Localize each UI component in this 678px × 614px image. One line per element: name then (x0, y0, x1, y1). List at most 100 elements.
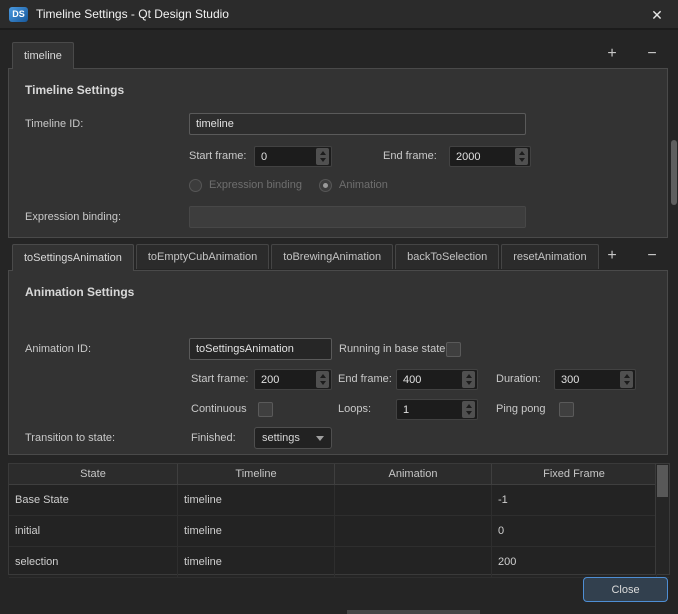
running-in-base-state-label: Running in base state (339, 338, 445, 360)
spinner-buttons[interactable] (462, 371, 475, 388)
anim-start-frame-spinbox[interactable]: 200 (254, 369, 332, 390)
titlebar: DS Timeline Settings - Qt Design Studio … (0, 0, 678, 30)
cell-animation (335, 547, 492, 577)
table-scrollbar[interactable] (655, 464, 669, 574)
states-table: State Timeline Animation Fixed Frame Bas… (8, 463, 670, 575)
end-frame-label: End frame: (383, 145, 437, 167)
spin-up-icon[interactable] (320, 151, 326, 155)
loops-label: Loops: (338, 398, 371, 420)
spin-down-icon[interactable] (320, 158, 326, 162)
close-button[interactable]: Close (583, 577, 668, 602)
timeline-settings-title: Timeline Settings (25, 83, 124, 97)
spin-down-icon[interactable] (466, 411, 472, 415)
continuous-checkbox[interactable] (258, 402, 273, 417)
cell-fixed-frame: 200 (492, 547, 657, 577)
animation-id-label: Animation ID: (25, 338, 91, 360)
cell-fixed-frame: -1 (492, 485, 657, 515)
anim-end-frame-spinbox[interactable]: 400 (396, 369, 478, 390)
tab-backToSelection[interactable]: backToSelection (395, 244, 499, 269)
spinner-buttons[interactable] (316, 148, 329, 165)
tab-timeline[interactable]: timeline (12, 42, 74, 69)
column-header-timeline[interactable]: Timeline (178, 464, 335, 485)
cell-timeline: timeline (178, 485, 335, 515)
add-animation-button[interactable]: + (601, 246, 623, 266)
spin-down-icon[interactable] (519, 158, 525, 162)
end-frame-spinbox[interactable]: 2000 (449, 146, 531, 167)
spinner-buttons[interactable] (462, 401, 475, 418)
window-vertical-scrollbar-thumb[interactable] (671, 140, 677, 205)
cell-fixed-frame: 0 (492, 516, 657, 546)
radio-checked-icon[interactable] (319, 179, 332, 192)
column-header-fixed-frame[interactable]: Fixed Frame (492, 464, 657, 485)
ping-pong-checkbox[interactable] (559, 402, 574, 417)
table-header-row: State Timeline Animation Fixed Frame (9, 464, 669, 485)
loops-value: 1 (397, 404, 462, 416)
finished-label: Finished: (191, 427, 236, 449)
duration-value: 300 (555, 374, 620, 386)
window-horizontal-scrollbar-thumb[interactable] (347, 610, 480, 614)
tab-toEmptyCubAnimation[interactable]: toEmptyCubAnimation (136, 244, 269, 269)
spin-up-icon[interactable] (466, 374, 472, 378)
column-header-animation[interactable]: Animation (335, 464, 492, 485)
expression-binding-input[interactable] (189, 206, 526, 228)
timeline-settings-panel: Timeline Settings Timeline ID: timeline … (8, 68, 668, 238)
table-row[interactable]: Base State timeline -1 (9, 485, 669, 516)
spin-down-icon[interactable] (466, 381, 472, 385)
anim-start-frame-label: Start frame: (191, 368, 248, 390)
animation-radio-label: Animation (339, 174, 388, 196)
spin-down-icon[interactable] (320, 381, 326, 385)
animation-settings-title: Animation Settings (25, 285, 134, 299)
window-title: Timeline Settings - Qt Design Studio (36, 7, 229, 21)
spin-up-icon[interactable] (320, 374, 326, 378)
spin-down-icon[interactable] (624, 381, 630, 385)
cell-timeline: timeline (178, 547, 335, 577)
spinner-buttons[interactable] (515, 148, 528, 165)
spin-up-icon[interactable] (466, 404, 472, 408)
running-in-base-state-checkbox[interactable] (446, 342, 461, 357)
tab-toBrewingAnimation[interactable]: toBrewingAnimation (271, 244, 393, 269)
loops-spinbox[interactable]: 1 (396, 399, 478, 420)
app-logo-icon: DS (9, 7, 28, 22)
cell-state: selection (9, 547, 178, 577)
timeline-tabbar: timeline (12, 42, 76, 69)
spinner-buttons[interactable] (316, 371, 329, 388)
timeline-settings-dialog: DS Timeline Settings - Qt Design Studio … (0, 0, 678, 614)
column-header-state[interactable]: State (9, 464, 178, 485)
finished-state-dropdown[interactable]: settings (254, 427, 332, 449)
timeline-id-label: Timeline ID: (25, 113, 83, 135)
remove-timeline-button[interactable]: − (641, 44, 663, 64)
spin-up-icon[interactable] (519, 151, 525, 155)
duration-spinbox[interactable]: 300 (554, 369, 636, 390)
duration-label: Duration: (496, 368, 541, 390)
table-scrollbar-thumb[interactable] (657, 465, 668, 497)
window-close-button[interactable]: ✕ (646, 4, 668, 26)
start-frame-label: Start frame: (189, 145, 246, 167)
end-frame-value: 2000 (450, 151, 515, 163)
tab-toSettingsAnimation[interactable]: toSettingsAnimation (12, 244, 134, 271)
radio-icon[interactable] (189, 179, 202, 192)
finished-state-value: settings (255, 432, 316, 444)
remove-animation-button[interactable]: − (641, 246, 663, 266)
cell-state: initial (9, 516, 178, 546)
cell-animation (335, 485, 492, 515)
animation-id-input[interactable]: toSettingsAnimation (189, 338, 332, 360)
spin-up-icon[interactable] (624, 374, 630, 378)
chevron-down-icon (316, 436, 324, 441)
timeline-id-input[interactable]: timeline (189, 113, 526, 135)
continuous-label: Continuous (191, 398, 247, 420)
spinner-buttons[interactable] (620, 371, 633, 388)
start-frame-spinbox[interactable]: 0 (254, 146, 332, 167)
table-row[interactable]: selection timeline 200 (9, 547, 669, 578)
expression-binding-radio-label: Expression binding (209, 174, 302, 196)
animation-settings-panel: Animation Settings Animation ID: toSetti… (8, 270, 668, 455)
animation-radio[interactable]: Animation (319, 177, 388, 193)
add-timeline-button[interactable]: + (601, 44, 623, 64)
cell-animation (335, 516, 492, 546)
start-frame-value: 0 (255, 151, 316, 163)
cell-state: Base State (9, 485, 178, 515)
table-row[interactable]: initial timeline 0 (9, 516, 669, 547)
tab-resetAnimation[interactable]: resetAnimation (501, 244, 598, 269)
transition-to-state-label: Transition to state: (25, 427, 115, 449)
expression-binding-radio[interactable]: Expression binding (189, 177, 302, 193)
expression-binding-field-label: Expression binding: (25, 206, 121, 228)
